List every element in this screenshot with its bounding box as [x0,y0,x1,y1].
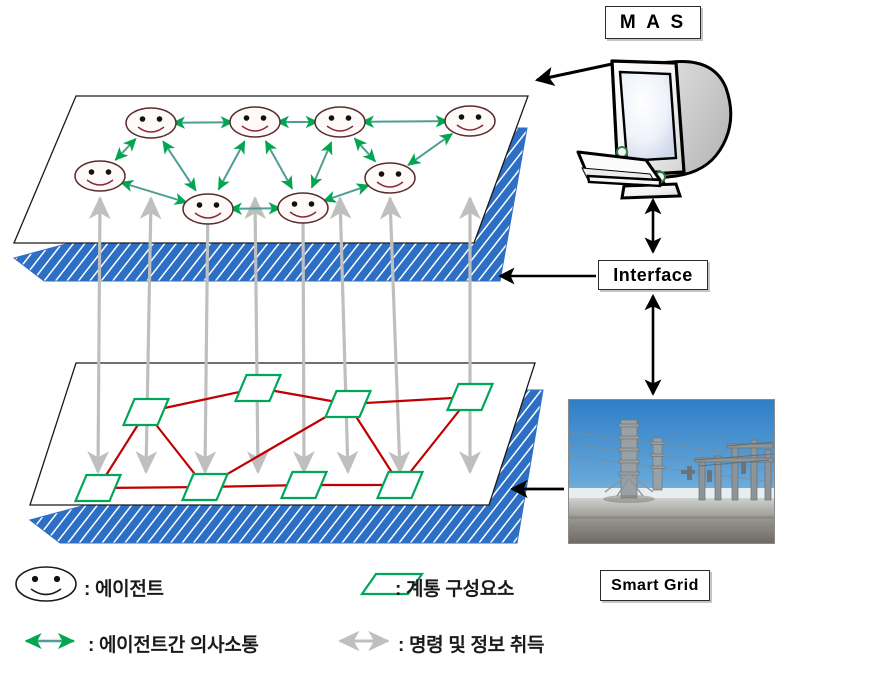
agent-node [444,105,496,137]
substation-photograph [568,399,775,544]
mas-to-agent-layer-arrow [534,62,613,87]
command-information-arrow-1 [87,196,111,475]
mas-label-box: M A S [605,6,701,39]
agent-communication-arrow-1 [171,116,234,129]
agent-node [182,193,234,225]
agent-node [314,106,366,138]
smart-grid-label-box: Smart Grid [600,570,710,601]
legend-smiley-face-icon [15,566,77,602]
diagram-svg [12,59,733,652]
legend-label-agent: : 에이전트 [84,579,164,600]
agent-communication-arrow-3 [360,115,449,128]
agent-node [364,162,416,194]
legend-label-command-information: : 명령 및 정보 취득 [398,635,545,656]
legend-label-grid-component: : 계통 구성요소 [395,579,515,600]
legend-label-agent-communication: : 에이전트간 의사소통 [88,635,259,656]
agent-node [229,106,281,138]
agent-node [277,192,329,224]
agent-node [125,107,177,139]
agent-communication-arrow-12 [228,202,282,215]
agent-node [74,160,126,192]
mas-computer-illustration [576,59,733,200]
interface-label-box: Interface [598,260,708,290]
diagram-canvas: M A S Interface Smart Grid : 에이전트 : 계통 구… [0,0,878,673]
